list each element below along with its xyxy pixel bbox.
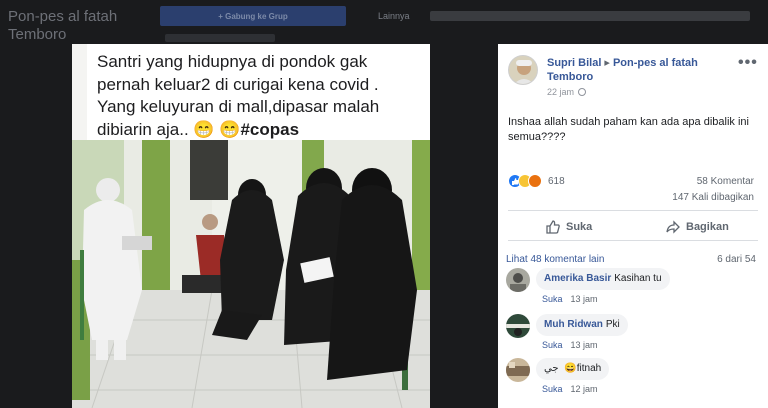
caption-line: Yang keluyuran di mall,dipasar malah [97,97,380,116]
comment-meta: Suka 13 jam [542,340,598,350]
comment-time[interactable]: 13 jam [571,294,598,304]
comment-text: Kasihan tu [614,273,662,284]
like-button-label: Suka [566,221,593,233]
caption-line: Santri yang hidupnya di pondok gak [97,52,368,71]
comments-count-link[interactable]: 58 Komentar [697,176,754,187]
join-group-button[interactable]: + Gabung ke Grup [160,6,346,26]
comment-meta: Suka 13 jam [542,294,598,304]
group-description-placeholder [430,11,750,21]
post-header: Supri Bilal ▸ Pon-pes al fatah Temboro [547,56,747,84]
commenter-avatar[interactable] [506,358,530,382]
comment-like-link[interactable]: Suka [542,294,563,304]
post-time[interactable]: 22 jam [547,87,574,97]
sidebar-placeholder [165,34,275,42]
commenter-avatar[interactable] [506,314,530,338]
comment-bubble: Muh Ridwan Pki [536,314,628,336]
comment-meta: Suka 12 jam [542,384,598,394]
comment-bubble: جي 😄fitnah [536,358,610,380]
reaction-icons [508,174,542,188]
author-avatar[interactable] [508,55,538,85]
group-title: Pon-pes al fatah Temboro [8,8,118,43]
photo-caption: Santri yang hidupnya di pondok gak perna… [87,44,430,140]
shares-count-link[interactable]: 147 Kali dibagikan [672,192,754,203]
comment-time[interactable]: 13 jam [571,340,598,350]
globe-icon [578,88,587,96]
separator-arrow: ▸ [604,57,610,69]
divider [508,240,758,241]
commenter-avatar[interactable] [506,268,530,292]
post-text: Inshaa allah sudah paham kan ada apa dib… [508,116,749,143]
post-card: Supri Bilal ▸ Pon-pes al fatah Temboro •••… [498,44,768,408]
share-button[interactable]: Bagikan [666,220,729,234]
caption-tag: #copas [240,119,300,139]
comment-like-link[interactable]: Suka [542,384,563,394]
share-button-label: Bagikan [686,221,729,233]
author-name-link[interactable]: Supri Bilal [547,57,601,69]
commenter-name[interactable]: Amerika Basir [544,273,611,284]
comment-text: جي 😄fitnah [544,363,602,374]
view-more-comments-link[interactable]: Lihat 48 komentar lain [506,254,604,265]
comment-text: Pki [605,319,620,330]
share-arrow-icon [666,220,680,234]
reactions-summary[interactable]: 618 [508,174,565,188]
thumbs-up-icon [546,220,560,234]
comment-time[interactable]: 12 jam [571,384,598,394]
commenter-name[interactable]: Muh Ridwan [544,319,603,330]
angry-reaction-icon [528,174,542,188]
photo-scene-image [72,140,430,408]
more-options-icon[interactable]: ••• [738,54,758,72]
about-link[interactable]: Lainnya [378,11,410,21]
comment-like-link[interactable]: Suka [542,340,563,350]
comment-page-count: 6 dari 54 [717,254,756,265]
post-timestamp: 22 jam [547,87,587,97]
like-button[interactable]: Suka [546,220,592,234]
caption-emoji: 😁 😁 [193,119,241,139]
comment-bubble: Amerika Basir Kasihan tu [536,268,670,290]
caption-line: pernah keluar2 di curigai kena covid . [97,74,379,94]
divider [508,210,758,211]
reactions-count: 618 [548,175,565,187]
post-photo[interactable]: Santri yang hidupnya di pondok gak perna… [72,44,430,408]
caption-line-text: dibiarin aja.. [97,119,189,139]
caption-line: dibiarin aja.. 😁 😁#copas [97,119,426,142]
